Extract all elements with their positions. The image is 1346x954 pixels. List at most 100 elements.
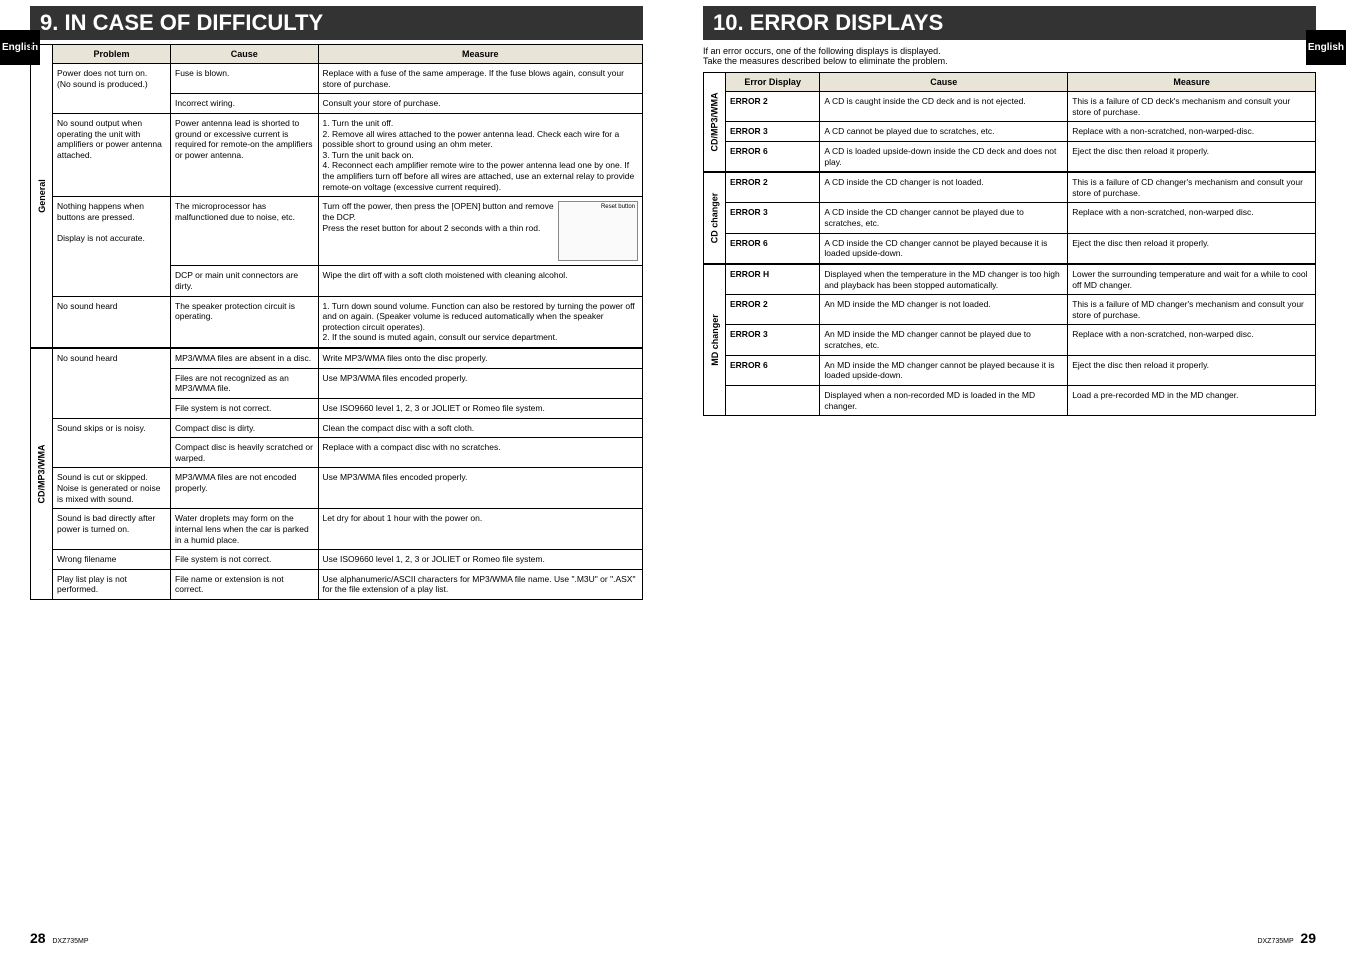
measure-text: Replace with a compact disc with no scra… bbox=[323, 442, 501, 452]
measure-cell: This is a failure of CD changer's mechan… bbox=[1068, 173, 1316, 203]
page-number-left: 28 bbox=[30, 930, 46, 946]
measure-cell: Use ISO9660 level 1, 2, 3 or JOLIET or R… bbox=[318, 398, 643, 418]
error-code-cell: ERROR 3 bbox=[726, 203, 820, 233]
measure-cell: Replace with a non-scratched, non-warped… bbox=[1068, 122, 1316, 142]
problem-cell: Nothing happens when buttons are pressed… bbox=[53, 197, 171, 296]
error-code-cell: ERROR 2 bbox=[726, 295, 820, 325]
measure-cell: This is a failure of CD deck's mechanism… bbox=[1068, 92, 1316, 122]
footer-left: 28 DXZ735MP bbox=[30, 930, 93, 946]
measure-text: Use ISO9660 level 1, 2, 3 or JOLIET or R… bbox=[323, 403, 545, 413]
measure-text: Use MP3/WMA files encoded properly. bbox=[323, 373, 468, 383]
trouble-table-container: GeneralProblemCauseMeasurePower does not… bbox=[30, 44, 643, 600]
table-row: ERROR 3An MD inside the MD changer canno… bbox=[726, 325, 1316, 355]
error-code-cell: ERROR 3 bbox=[726, 122, 820, 142]
error-code-cell: ERROR 3 bbox=[726, 325, 820, 355]
right-page: English 10. ERROR DISPLAYS If an error o… bbox=[673, 0, 1346, 954]
section-title-right: 10. ERROR DISPLAYS bbox=[703, 6, 1316, 40]
cause-cell: MP3/WMA files are not encoded properly. bbox=[171, 468, 319, 509]
measure-text: Use alphanumeric/ASCII characters for MP… bbox=[323, 574, 636, 595]
cause-cell: An MD inside the MD changer cannot be pl… bbox=[820, 355, 1068, 385]
measure-cell: Replace with a fuse of the same amperage… bbox=[318, 64, 643, 94]
group-label: CD changer bbox=[703, 172, 725, 264]
error-code-cell: ERROR 2 bbox=[726, 92, 820, 122]
problem-cell: Power does not turn on. (No sound is pro… bbox=[53, 64, 171, 114]
table-group: MD changerERROR HDisplayed when the temp… bbox=[703, 264, 1316, 416]
group-label-text: CD/MP3/WMA bbox=[37, 445, 47, 504]
error-code-cell bbox=[726, 385, 820, 415]
cause-cell: The microprocessor has malfunctioned due… bbox=[171, 197, 319, 266]
measure-cell: Eject the disc then reload it properly. bbox=[1068, 355, 1316, 385]
group-label: MD changer bbox=[703, 264, 725, 416]
cause-cell: A CD inside the CD changer cannot be pla… bbox=[820, 203, 1068, 233]
language-tab-right: English bbox=[1306, 30, 1346, 65]
cause-cell: Fuse is blown. bbox=[171, 64, 319, 94]
cause-cell: File system is not correct. bbox=[171, 550, 319, 570]
measure-cell: Replace with a non-scratched, non-warped… bbox=[1068, 325, 1316, 355]
measure-text: Use MP3/WMA files encoded properly. bbox=[323, 472, 468, 482]
table-row: Sound skips or is noisy.Compact disc is … bbox=[53, 418, 643, 438]
cause-cell: Displayed when a non-recorded MD is load… bbox=[820, 385, 1068, 415]
table-row: No sound heardThe speaker protection cir… bbox=[53, 296, 643, 348]
group-label: CD/MP3/WMA bbox=[703, 72, 725, 172]
cause-cell: A CD inside the CD changer cannot be pla… bbox=[820, 233, 1068, 263]
table-group: CD/MP3/WMANo sound heardMP3/WMA files ar… bbox=[30, 348, 643, 600]
group-label-text: CD changer bbox=[710, 193, 720, 244]
measure-text: Wipe the dirt off with a soft cloth mois… bbox=[323, 270, 568, 280]
model-code-left: DXZ735MP bbox=[52, 938, 88, 945]
measure-cell: Consult your store of purchase. bbox=[318, 94, 643, 114]
intro-text: If an error occurs, one of the following… bbox=[703, 46, 1316, 66]
error-table-container: CD/MP3/WMAError DisplayCauseMeasureERROR… bbox=[703, 72, 1316, 416]
table-group: CD changer ERROR 2A CD inside the CD chan… bbox=[703, 172, 1316, 264]
measure-text: Consult your store of purchase. bbox=[323, 98, 441, 108]
model-code-right: DXZ735MP bbox=[1257, 938, 1293, 945]
trouble-table: ProblemCauseMeasurePower does not turn o… bbox=[52, 44, 643, 348]
measure-text: 1. Turn down sound volume. Function can … bbox=[323, 301, 635, 343]
cause-cell: MP3/WMA files are absent in a disc. bbox=[171, 349, 319, 369]
table-group: CD/MP3/WMAError DisplayCauseMeasureERROR… bbox=[703, 72, 1316, 172]
trouble-table: No sound heardMP3/WMA files are absent i… bbox=[52, 348, 643, 600]
cause-cell: A CD inside the CD changer is not loaded… bbox=[820, 173, 1068, 203]
problem-cell: No sound heard bbox=[53, 349, 171, 419]
table-row: No sound output when operating the unit … bbox=[53, 113, 643, 196]
cause-cell: Compact disc is heavily scratched or war… bbox=[171, 438, 319, 468]
measure-text: 1. Turn the unit off. 2. Remove all wire… bbox=[323, 118, 635, 192]
measure-text: Replace with a fuse of the same amperage… bbox=[323, 68, 624, 89]
col-header: Problem bbox=[53, 45, 171, 64]
col-header: Cause bbox=[171, 45, 319, 64]
problem-cell: Sound skips or is noisy. bbox=[53, 418, 171, 468]
cause-cell: Compact disc is dirty. bbox=[171, 418, 319, 438]
error-table: ERROR 2A CD inside the CD changer is not… bbox=[725, 172, 1316, 264]
table-row: ERROR 3A CD cannot be played due to scra… bbox=[726, 122, 1316, 142]
cause-cell: A CD is loaded upside-down inside the CD… bbox=[820, 141, 1068, 171]
measure-cell: Use MP3/WMA files encoded properly. bbox=[318, 468, 643, 509]
error-code-cell: ERROR 6 bbox=[726, 233, 820, 263]
table-row: ERROR 3A CD inside the CD changer cannot… bbox=[726, 203, 1316, 233]
table-row: Power does not turn on. (No sound is pro… bbox=[53, 64, 643, 94]
table-row: ERROR 6A CD inside the CD changer cannot… bbox=[726, 233, 1316, 263]
cause-cell: Incorrect wiring. bbox=[171, 94, 319, 114]
problem-cell: Wrong filename bbox=[53, 550, 171, 570]
table-row: Play list play is not performed.File nam… bbox=[53, 569, 643, 599]
measure-text: Let dry for about 1 hour with the power … bbox=[323, 513, 483, 523]
cause-cell: A CD cannot be played due to scratches, … bbox=[820, 122, 1068, 142]
cause-cell: Water droplets may form on the internal … bbox=[171, 509, 319, 550]
cause-cell: Files are not recognized as an MP3/WMA f… bbox=[171, 368, 319, 398]
error-code-cell: ERROR 6 bbox=[726, 355, 820, 385]
cause-cell: File name or extension is not correct. bbox=[171, 569, 319, 599]
measure-cell: Use ISO9660 level 1, 2, 3 or JOLIET or R… bbox=[318, 550, 643, 570]
measure-cell: Use alphanumeric/ASCII characters for MP… bbox=[318, 569, 643, 599]
measure-cell: Eject the disc then reload it properly. bbox=[1068, 233, 1316, 263]
measure-cell: Let dry for about 1 hour with the power … bbox=[318, 509, 643, 550]
col-header: Error Display bbox=[726, 73, 820, 92]
measure-text: Use ISO9660 level 1, 2, 3 or JOLIET or R… bbox=[323, 554, 545, 564]
problem-cell: No sound heard bbox=[53, 296, 171, 348]
table-row: Wrong filenameFile system is not correct… bbox=[53, 550, 643, 570]
problem-cell: No sound output when operating the unit … bbox=[53, 113, 171, 196]
group-label: General bbox=[30, 44, 52, 348]
measure-cell: Clean the compact disc with a soft cloth… bbox=[318, 418, 643, 438]
group-label-text: CD/MP3/WMA bbox=[710, 93, 720, 152]
reset-button-illustration: Reset button bbox=[558, 201, 638, 261]
col-header: Measure bbox=[1068, 73, 1316, 92]
measure-cell: 1. Turn the unit off. 2. Remove all wire… bbox=[318, 113, 643, 196]
table-row: Sound is cut or skipped. Noise is genera… bbox=[53, 468, 643, 509]
